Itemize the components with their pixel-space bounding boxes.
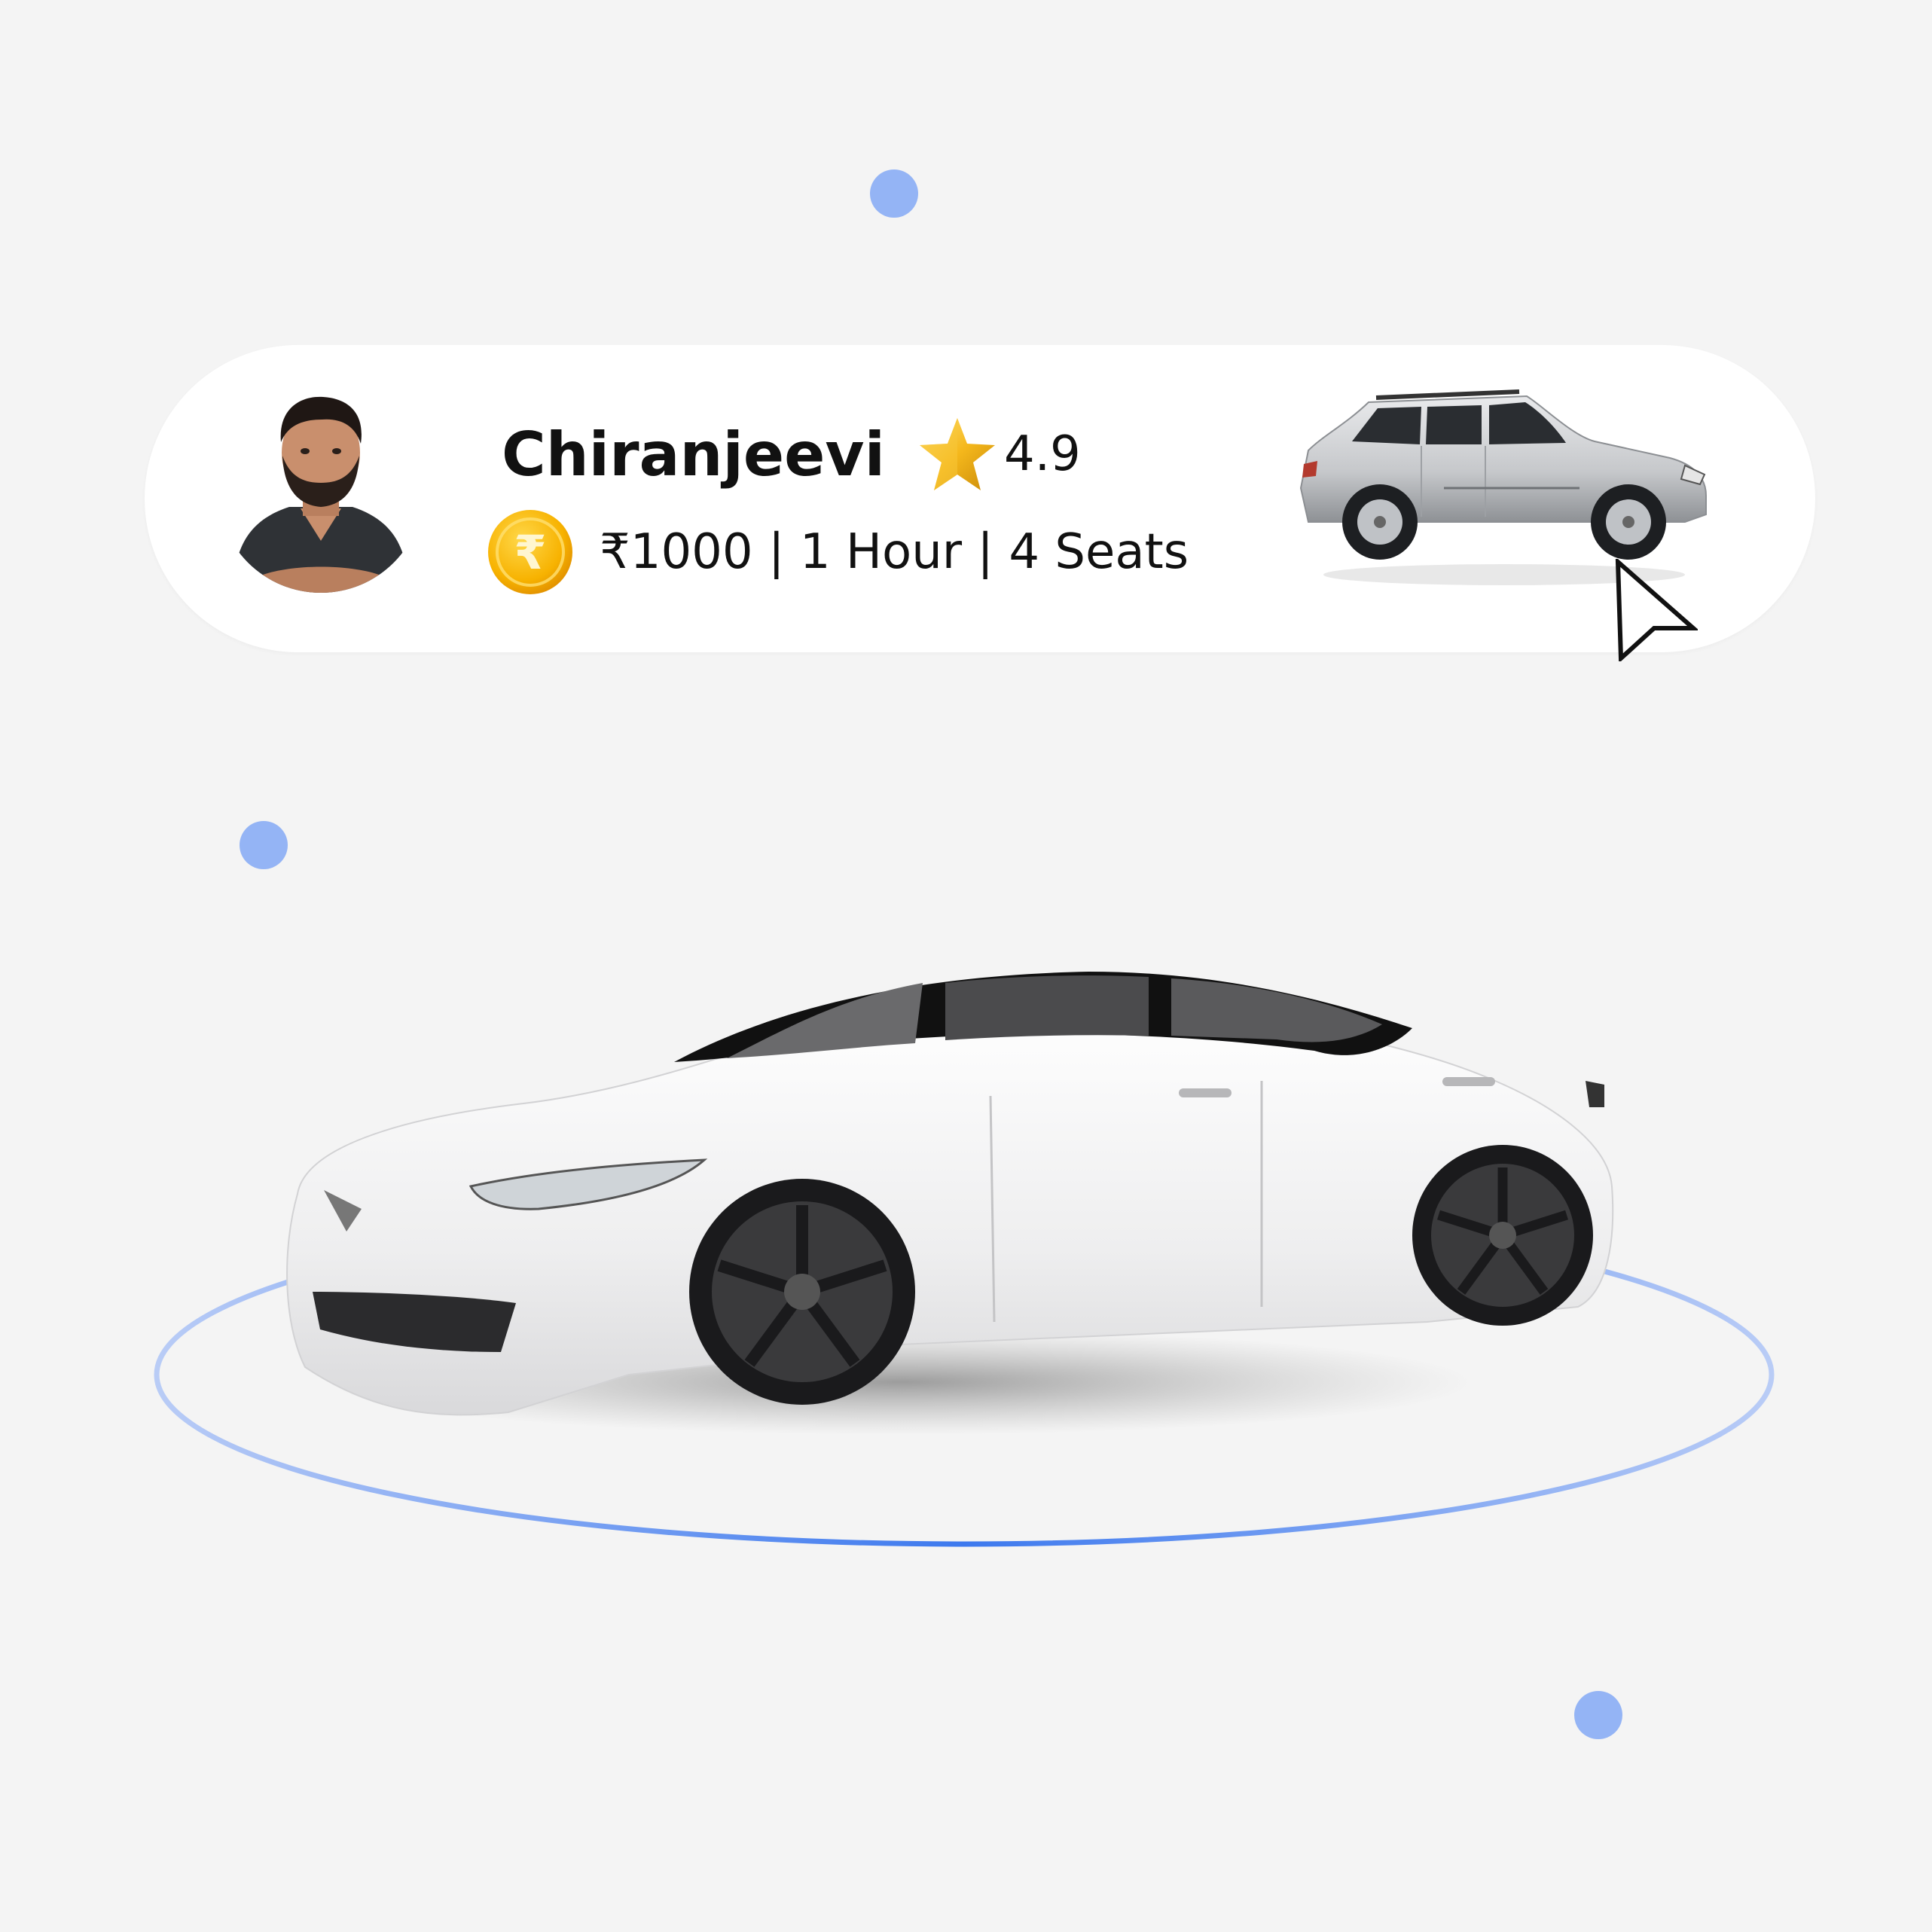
decorative-dot: [240, 821, 288, 869]
driver-rating: 4.9: [1003, 426, 1081, 482]
ride-details: ₹1000 | 1 Hour | 4 Seats: [600, 524, 1189, 580]
star-icon: [919, 418, 995, 490]
svg-text:₹: ₹: [514, 525, 546, 580]
decorative-dot: [870, 169, 918, 218]
decorative-dot: [1574, 1691, 1622, 1739]
ride-offer-card[interactable]: Chiranjeevi 4.9 ₹ ₹1000 | 1 Hour | 4 Sea…: [145, 345, 1815, 652]
mouse-cursor-icon: [1615, 559, 1698, 661]
driver-name: Chiranjeevi: [502, 419, 885, 490]
driver-avatar: [218, 386, 424, 593]
white-sedan-image: [154, 972, 1775, 1547]
rupee-coin-icon: ₹: [488, 510, 572, 594]
